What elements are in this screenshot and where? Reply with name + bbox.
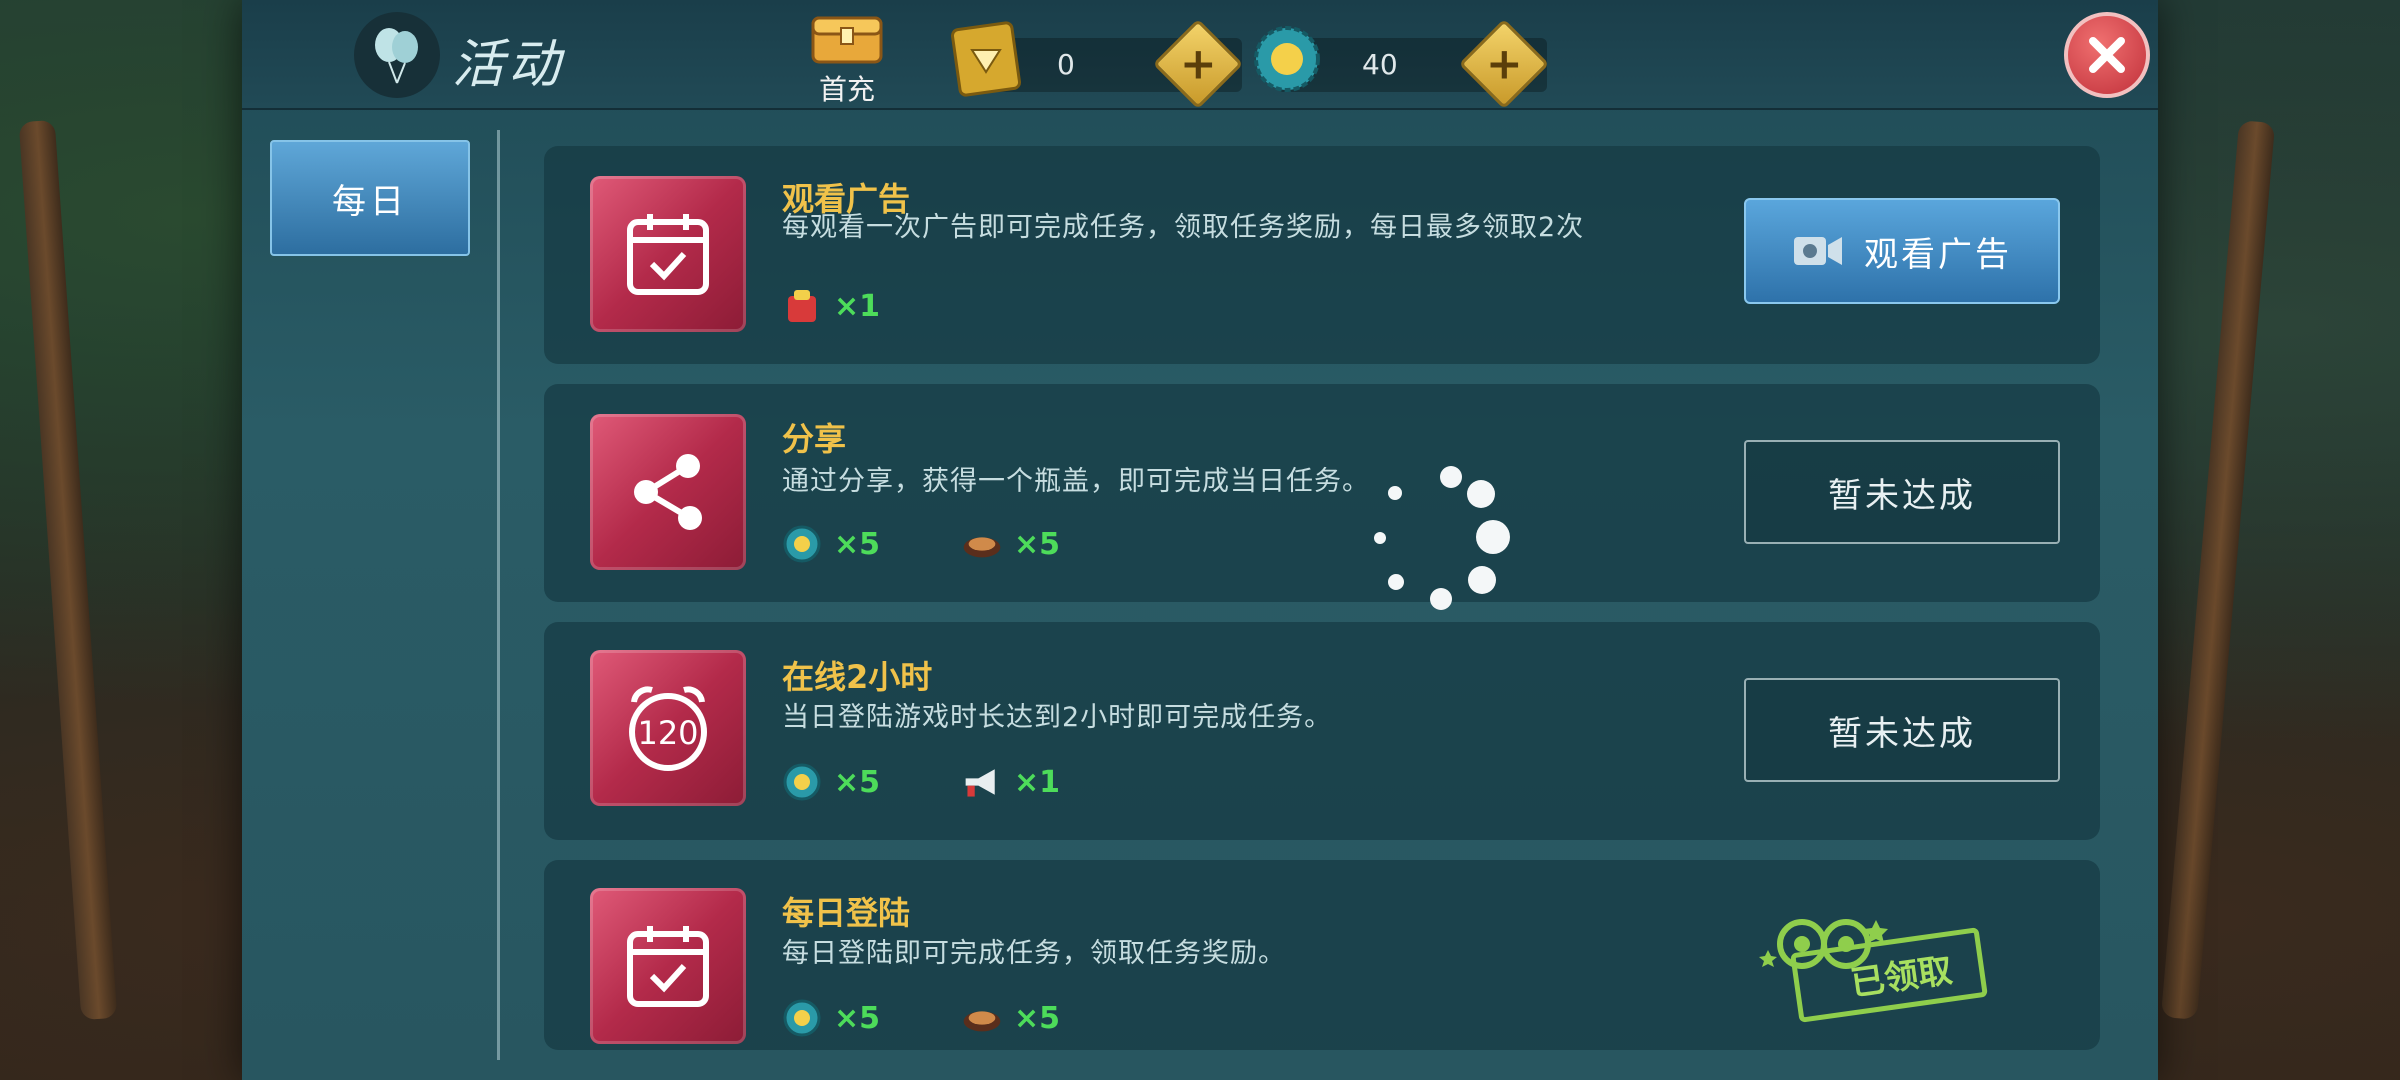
spinner-dot	[1374, 532, 1386, 544]
diamond-value: 0	[1057, 48, 1075, 81]
reward-multiplier: ×1	[1014, 764, 1061, 800]
gift-bag-icon	[782, 286, 822, 326]
reward-multiplier: ×5	[1014, 1000, 1061, 1036]
alarm-clock-icon: 120	[590, 650, 746, 806]
bottle-cap-icon	[1254, 26, 1320, 92]
video-camera-icon	[1794, 237, 1842, 265]
megaphone-icon	[962, 762, 1002, 802]
reward-item: ×5	[962, 524, 1060, 564]
reward-item: ×5	[962, 998, 1060, 1038]
task-card-daily-login: 每日登陆 每日登陆即可完成任务，领取任务奖励。 ×5 ×5 已领取	[544, 860, 2100, 1050]
add-cap-button[interactable]: +	[1458, 18, 1550, 110]
task-title: 在线2小时	[782, 658, 933, 696]
task-title: 每日登陆	[782, 894, 911, 932]
plus-icon: +	[1485, 38, 1523, 89]
treasure-chest-icon	[811, 16, 883, 64]
palm-tree-right	[2160, 120, 2276, 1020]
claimed-stamp: 已领取	[1744, 910, 1988, 1023]
first-charge-button[interactable]: 首充	[802, 10, 892, 108]
bottle-cap-icon	[782, 998, 822, 1038]
close-button[interactable]	[2064, 12, 2150, 98]
sidebar-divider	[497, 130, 500, 1060]
reward-multiplier: ×5	[1014, 526, 1061, 562]
share-icon	[590, 414, 746, 570]
task-card-online: 120 在线2小时 当日登陆游戏时长达到2小时即可完成任务。 ×5 ×1 暂未达…	[544, 622, 2100, 840]
reward-multiplier: ×5	[834, 1000, 881, 1036]
reward-multiplier: ×5	[834, 526, 881, 562]
loading-spinner	[1362, 460, 1522, 620]
spinner-dot	[1467, 480, 1495, 508]
first-charge-label: 首充	[818, 73, 875, 106]
tab-daily[interactable]: 每日	[270, 140, 470, 256]
task-card-share: 分享 通过分享，获得一个瓶盖，即可完成当日任务。 ×5 ×5 暂未达成	[544, 384, 2100, 602]
spinner-dot	[1476, 520, 1510, 554]
share-status-button[interactable]: 暂未达成	[1744, 440, 2060, 544]
close-icon	[2089, 37, 2125, 73]
activity-panel: 活动 首充 0 + 40 + 每日 观看广告 每观看一次广告即可完成任务，领取任…	[242, 0, 2158, 1080]
reward-multiplier: ×1	[834, 288, 881, 324]
spinner-dot	[1388, 574, 1404, 590]
task-title: 分享	[782, 420, 847, 458]
task-card-watch-ad: 观看广告 每观看一次广告即可完成任务，领取任务奖励，每日最多领取2次 ×1 观看…	[544, 146, 2100, 364]
spinner-dot	[1440, 466, 1462, 488]
cap-value: 40	[1362, 48, 1398, 81]
plus-icon: +	[1179, 38, 1217, 89]
clock-number: 120	[637, 714, 698, 752]
reward-item: ×5	[782, 998, 880, 1038]
diamond-card-icon	[950, 21, 1022, 97]
reward-item: ×5	[782, 524, 880, 564]
bottle-cap-icon	[782, 524, 822, 564]
reward-multiplier: ×5	[834, 764, 881, 800]
task-description: 每观看一次广告即可完成任务，领取任务奖励，每日最多领取2次	[782, 212, 1585, 243]
palm-tree-left	[18, 119, 118, 1021]
online-status-button[interactable]: 暂未达成	[1744, 678, 2060, 782]
spinner-dot	[1468, 566, 1496, 594]
spinner-dot	[1430, 588, 1452, 610]
balloon-icon	[354, 12, 440, 98]
task-description: 当日登陆游戏时长达到2小时即可完成任务。	[782, 702, 1333, 733]
task-description: 每日登陆即可完成任务，领取任务奖励。	[782, 938, 1286, 969]
bottle-cap-icon	[782, 762, 822, 802]
food-plate-icon	[962, 998, 1002, 1038]
top-bar: 活动 首充 0 + 40 +	[242, 0, 2158, 110]
reward-item: ×1	[782, 286, 880, 326]
page-title: 活动	[452, 35, 565, 95]
add-diamond-button[interactable]: +	[1152, 18, 1244, 110]
watch-ad-button[interactable]: 观看广告	[1744, 198, 2060, 304]
reward-item: ×1	[962, 762, 1060, 802]
reward-item: ×5	[782, 762, 880, 802]
spinner-dot	[1388, 486, 1402, 500]
calendar-icon	[590, 888, 746, 1044]
food-plate-icon	[962, 524, 1002, 564]
calendar-icon	[590, 176, 746, 332]
watch-ad-button-label: 观看广告	[1864, 234, 2012, 275]
task-description: 通过分享，获得一个瓶盖，即可完成当日任务。	[782, 466, 1370, 497]
claimed-stamp-label: 已领取	[1848, 949, 1955, 1004]
